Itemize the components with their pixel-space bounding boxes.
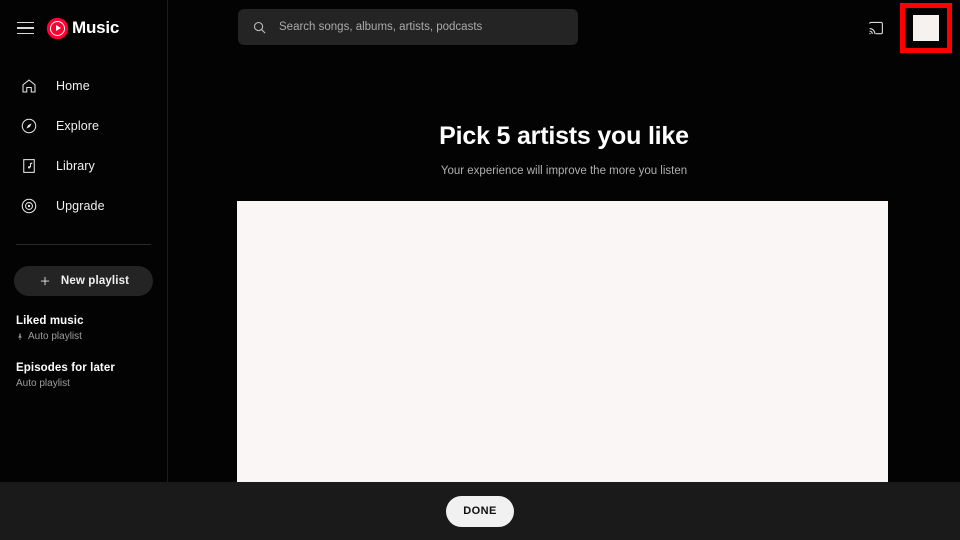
playlist-item-episodes-for-later[interactable]: Episodes for later Auto playlist <box>16 362 167 389</box>
playlist-title: Liked music <box>16 315 84 327</box>
sidebar-item-label: Upgrade <box>56 199 105 213</box>
hamburger-menu-icon[interactable] <box>14 16 38 40</box>
sidebar-item-label: Explore <box>56 119 100 133</box>
playlist-item-liked-music[interactable]: Liked music Auto playlist <box>16 315 167 342</box>
plus-icon <box>38 274 52 288</box>
avatar[interactable] <box>913 15 939 41</box>
youtube-music-app: Music Home Explore Library Upgrade New p… <box>0 0 960 540</box>
sidebar-playlists: Liked music Auto playlist Episodes for l… <box>0 315 167 389</box>
sidebar-item-label: Library <box>56 159 95 173</box>
playlist-meta: Auto playlist <box>16 331 167 342</box>
sidebar-item-library[interactable]: Library <box>0 146 167 186</box>
top-bar <box>168 0 960 56</box>
page-title: Pick 5 artists you like <box>439 122 689 150</box>
sidebar-item-upgrade[interactable]: Upgrade <box>0 186 167 226</box>
sidebar-divider <box>16 244 151 245</box>
library-music-icon <box>18 155 40 177</box>
sidebar-item-label: Home <box>56 79 90 93</box>
app-logo[interactable]: Music <box>48 18 119 38</box>
playlist-subtitle: Auto playlist <box>28 331 82 342</box>
playlist-title: Episodes for later <box>16 362 115 374</box>
upgrade-circle-icon <box>18 195 40 217</box>
search-icon <box>252 20 267 35</box>
youtube-music-logo-icon <box>48 18 67 38</box>
playlist-subtitle: Auto playlist <box>16 378 70 389</box>
avatar-highlight-box <box>900 3 952 53</box>
search-input[interactable] <box>279 21 559 33</box>
cast-icon[interactable] <box>862 14 890 42</box>
hamburger-line <box>17 32 34 35</box>
main-content: Pick 5 artists you like Your experience … <box>168 56 960 482</box>
top-bar-actions <box>862 0 960 56</box>
bottom-bar: DONE <box>0 482 960 540</box>
artist-selection-panel[interactable] <box>237 201 888 482</box>
new-playlist-label: New playlist <box>60 275 130 287</box>
brand-row: Music <box>0 0 167 56</box>
sidebar: Music Home Explore Library Upgrade New p… <box>0 0 168 540</box>
page-subtitle: Your experience will improve the more yo… <box>440 165 688 177</box>
playlist-meta: Auto playlist <box>16 378 167 389</box>
sidebar-nav: Home Explore Library Upgrade <box>0 66 167 226</box>
pin-icon <box>16 332 24 342</box>
home-icon <box>18 75 40 97</box>
hamburger-line <box>17 27 34 29</box>
app-name: Music <box>72 18 120 37</box>
new-playlist-button[interactable]: New playlist <box>14 266 153 296</box>
hamburger-line <box>17 21 34 24</box>
done-button[interactable]: DONE <box>446 495 514 527</box>
search-bar[interactable] <box>238 9 578 45</box>
sidebar-item-explore[interactable]: Explore <box>0 106 167 146</box>
sidebar-item-home[interactable]: Home <box>0 66 167 106</box>
compass-icon <box>18 115 40 137</box>
